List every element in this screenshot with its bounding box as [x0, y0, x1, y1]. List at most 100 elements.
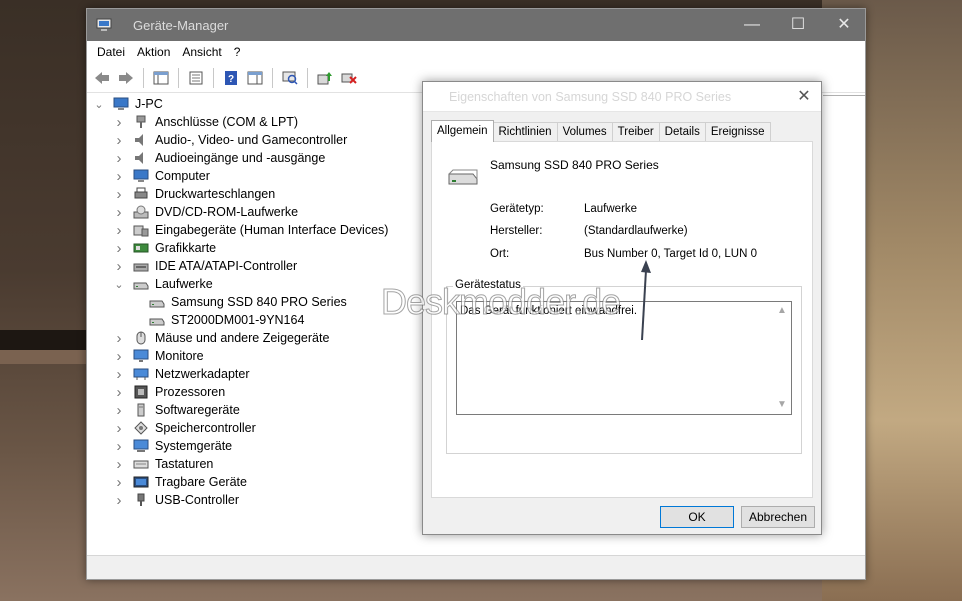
chevron-right-icon[interactable]: › [113, 186, 125, 203]
network-icon [133, 368, 149, 380]
tab-ereignisse[interactable]: Ereignisse [705, 122, 771, 142]
chevron-right-icon[interactable]: › [113, 330, 125, 347]
ok-button[interactable]: OK [660, 506, 734, 528]
dialog-tabs: Allgemein Richtlinien Volumes Treiber De… [431, 120, 771, 142]
chevron-right-icon[interactable]: › [113, 258, 125, 275]
device-name: Samsung SSD 840 PRO Series [490, 158, 659, 172]
tree-category-20[interactable]: › USB-Controller [113, 491, 240, 509]
tree-category-7[interactable]: › Eingabegeräte (Human Interface Devices) [113, 221, 389, 239]
menu-aktion[interactable]: Aktion [131, 41, 176, 63]
chevron-right-icon[interactable]: › [113, 204, 125, 221]
chevron-right-icon[interactable]: › [113, 492, 125, 509]
svg-text:?: ? [228, 74, 234, 85]
chevron-right-icon[interactable]: › [113, 150, 125, 167]
device-manager-titlebar[interactable]: Geräte-Manager — ☐ ✕ [87, 9, 865, 41]
chevron-right-icon[interactable]: › [113, 384, 125, 401]
tree-device-label: Samsung SSD 840 PRO Series [171, 295, 347, 309]
dialog-close-button[interactable]: ✕ [787, 82, 821, 112]
close-button[interactable]: ✕ [821, 9, 867, 41]
chevron-down-icon[interactable]: ⌄ [113, 278, 125, 291]
cancel-button[interactable]: Abbrechen [741, 506, 815, 528]
speaker-icon [135, 152, 143, 164]
properties-button[interactable] [185, 67, 207, 89]
chevron-right-icon[interactable]: › [113, 402, 125, 419]
monitor-icon [133, 349, 149, 362]
software-device-icon [137, 403, 145, 417]
toolbar-separator [307, 67, 308, 88]
forward-button[interactable] [115, 67, 137, 89]
tab-volumes[interactable]: Volumes [557, 122, 613, 142]
tree-category-label: Laufwerke [155, 277, 213, 291]
chevron-right-icon[interactable]: › [113, 348, 125, 365]
tree-category-5[interactable]: › Druckwarteschlangen [113, 185, 276, 203]
device-type-label: Gerätetyp: [490, 203, 544, 215]
chevron-right-icon[interactable]: › [113, 456, 125, 473]
window-title: Geräte-Manager [133, 18, 229, 33]
tree-category-label: Audioeingänge und -ausgänge [155, 151, 326, 165]
show-hide-console-tree-button[interactable] [150, 67, 172, 89]
dialog-titlebar[interactable]: Eigenschaften von Samsung SSD 840 PRO Se… [423, 82, 821, 112]
update-driver-button[interactable] [314, 67, 336, 89]
tree-category-8[interactable]: › Grafikkarte [113, 239, 217, 257]
chevron-right-icon[interactable]: › [113, 222, 125, 239]
chevron-right-icon[interactable]: › [113, 420, 125, 437]
tree-category-19[interactable]: › Tragbare Geräte [113, 473, 247, 491]
action-pane-button[interactable] [244, 67, 266, 89]
tree-category-1[interactable]: › Anschlüsse (COM & LPT) [113, 113, 299, 131]
tree-category-6[interactable]: › DVD/CD-ROM-Laufwerke [113, 203, 299, 221]
menu-datei[interactable]: Datei [91, 41, 131, 63]
tree-category-18[interactable]: › Tastaturen [113, 455, 214, 473]
tree-category-label: Speichercontroller [155, 421, 256, 435]
computer-icon [113, 97, 129, 110]
chevron-right-icon[interactable]: › [113, 114, 125, 131]
tree-category-14[interactable]: › Prozessoren [113, 383, 226, 401]
scan-hardware-button[interactable] [279, 67, 301, 89]
tree-category-12[interactable]: › Monitore [113, 347, 204, 365]
tree-device-label: ST2000DM001-9YN164 [171, 313, 305, 327]
chevron-right-icon[interactable]: › [113, 438, 125, 455]
tree-category-9[interactable]: › IDE ATA/ATAPI-Controller [113, 257, 298, 275]
tree-category-15[interactable]: › Softwaregeräte [113, 401, 240, 419]
chevron-right-icon[interactable]: › [113, 366, 125, 383]
tree-category-4[interactable]: › Computer [113, 167, 210, 185]
menu-help[interactable]: ? [228, 41, 247, 63]
tab-richtlinien[interactable]: Richtlinien [493, 122, 558, 142]
printer-icon [134, 187, 148, 199]
tab-details[interactable]: Details [659, 122, 706, 142]
tree-category-16[interactable]: › Speichercontroller [113, 419, 256, 437]
chevron-right-icon[interactable]: › [113, 168, 125, 185]
graphics-card-icon [133, 243, 149, 253]
menu-bar: Datei Aktion Ansicht ? [87, 41, 865, 63]
tree-category-label: Netzwerkadapter [155, 367, 250, 381]
chevron-right-icon[interactable]: › [113, 474, 125, 491]
help-button[interactable]: ? [220, 67, 242, 89]
scroll-down-icon[interactable]: ▼ [777, 400, 787, 410]
tab-treiber[interactable]: Treiber [612, 122, 660, 142]
tree-category-label: Druckwarteschlangen [155, 187, 276, 201]
scroll-up-icon[interactable]: ▲ [777, 306, 787, 316]
keyboard-icon [133, 460, 149, 469]
tab-allgemein[interactable]: Allgemein [431, 120, 494, 142]
tree-category-label: Tastaturen [155, 457, 214, 471]
chevron-right-icon[interactable]: › [113, 240, 125, 257]
tree-category-17[interactable]: › Systemgeräte [113, 437, 233, 455]
tree-device-1[interactable]: Samsung SSD 840 PRO Series [149, 293, 347, 311]
disable-device-button[interactable] [338, 67, 360, 89]
manufacturer-value: (Standardlaufwerke) [584, 225, 688, 237]
chevron-right-icon[interactable]: › [113, 132, 125, 149]
tree-category-label: Tragbare Geräte [155, 475, 247, 489]
tree-device-2[interactable]: ST2000DM001-9YN164 [149, 311, 304, 329]
tree-category-label: Systemgeräte [155, 439, 233, 453]
tree-root[interactable]: ⌄ J-PC [93, 95, 162, 113]
chevron-down-icon[interactable]: ⌄ [93, 98, 105, 111]
minimize-button[interactable]: — [729, 9, 775, 41]
tree-category-10[interactable]: ⌄ Laufwerke [113, 275, 213, 293]
tree-category-11[interactable]: › Mäuse und andere Zeigegeräte [113, 329, 330, 347]
back-button[interactable] [91, 67, 113, 89]
tree-category-13[interactable]: › Netzwerkadapter [113, 365, 250, 383]
menu-ansicht[interactable]: Ansicht [176, 41, 227, 63]
tree-category-3[interactable]: › Audioeingänge und -ausgänge [113, 149, 326, 167]
toolbar-separator [178, 67, 179, 88]
tree-category-2[interactable]: › Audio-, Video- und Gamecontroller [113, 131, 348, 149]
maximize-button[interactable]: ☐ [775, 9, 821, 41]
